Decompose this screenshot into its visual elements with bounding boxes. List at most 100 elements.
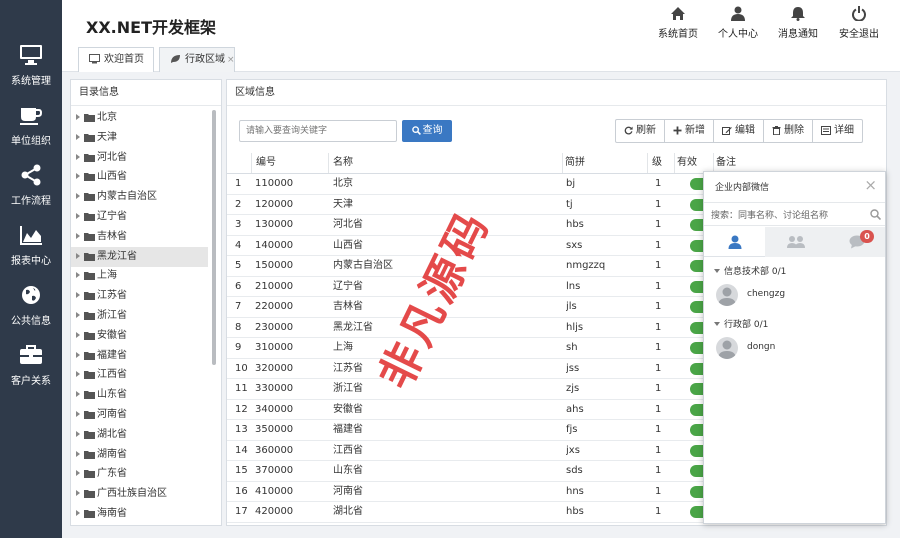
expand-arrow-icon[interactable]: [76, 193, 80, 200]
valid-toggle[interactable]: [690, 424, 704, 436]
expand-arrow-icon[interactable]: [76, 312, 80, 318]
expand-arrow-icon[interactable]: [76, 430, 80, 437]
valid-toggle[interactable]: [690, 301, 704, 313]
column-header[interactable]: 名称: [333, 153, 353, 173]
expand-arrow-icon[interactable]: [76, 252, 80, 259]
sidebar-item-reports[interactable]: 报表中心: [0, 224, 62, 280]
search-input[interactable]: [239, 120, 397, 142]
tree-item[interactable]: 广东省: [71, 464, 208, 484]
row-number: 3: [235, 219, 242, 230]
valid-toggle[interactable]: [690, 506, 704, 518]
logout-button[interactable]: 安全退出: [831, 6, 887, 40]
column-header[interactable]: 编号: [256, 153, 276, 173]
sidebar-item-system[interactable]: 系统管理: [0, 44, 62, 100]
delete-button[interactable]: 删除: [764, 120, 813, 142]
valid-toggle[interactable]: [690, 321, 704, 334]
chat-search-input[interactable]: 搜索：同事名称、讨论组名称: [704, 202, 885, 226]
valid-toggle[interactable]: [690, 198, 704, 211]
tree-item[interactable]: 江西省: [71, 365, 208, 385]
region-abbr: hns: [566, 485, 584, 497]
expand-arrow-icon[interactable]: [76, 411, 80, 417]
search-button[interactable]: 查询: [402, 120, 452, 142]
tree-item[interactable]: 江苏省: [71, 286, 208, 306]
tree-item[interactable]: 浙江省: [71, 306, 208, 326]
tree-item[interactable]: 安徽省: [71, 326, 208, 346]
home-button[interactable]: 系统首页: [650, 6, 706, 40]
tree-item[interactable]: 吉林省: [71, 227, 208, 247]
tab-messages[interactable]: [826, 227, 885, 257]
edit-button[interactable]: 编辑: [714, 120, 764, 142]
expand-arrow-icon[interactable]: [76, 510, 80, 516]
expand-arrow-icon[interactable]: [76, 470, 80, 477]
valid-toggle[interactable]: [690, 362, 704, 375]
region-name: 山东省: [333, 465, 363, 476]
tab-contacts[interactable]: [704, 227, 765, 257]
add-button[interactable]: 新增: [665, 120, 714, 142]
tree-item[interactable]: 天津: [71, 128, 208, 148]
expand-arrow-icon[interactable]: [76, 232, 80, 239]
tree-item[interactable]: 山西省: [71, 167, 208, 187]
tree-item[interactable]: 北京: [71, 108, 208, 128]
sidebar-item-workflow[interactable]: 工作流程: [0, 164, 62, 220]
valid-toggle[interactable]: [690, 178, 704, 190]
tree-item[interactable]: 福建省: [71, 346, 208, 366]
column-header[interactable]: 简拼: [565, 153, 585, 173]
valid-toggle[interactable]: [690, 383, 704, 395]
tree-item[interactable]: 海南省: [71, 504, 208, 524]
expand-arrow-icon[interactable]: [76, 213, 80, 219]
sidebar-item-organization[interactable]: 单位组织: [0, 104, 62, 160]
tree-item[interactable]: 黑龙江省: [71, 246, 208, 267]
valid-toggle[interactable]: [690, 403, 704, 416]
expand-arrow-icon[interactable]: [76, 391, 80, 398]
expand-arrow-icon[interactable]: [76, 114, 80, 120]
group-it-dept[interactable]: 信息技术部 0/1: [714, 264, 786, 277]
expand-arrow-icon[interactable]: [76, 331, 80, 338]
expand-arrow-icon[interactable]: [76, 490, 80, 497]
sidebar-item-crm[interactable]: 客户关系: [0, 344, 62, 400]
tree-item[interactable]: 内蒙古自治区: [71, 187, 208, 207]
sidebar-item-label: 单位组织: [11, 136, 51, 147]
tree-item-label: 湖北省: [97, 428, 127, 440]
region-abbr: ahs: [566, 403, 584, 415]
valid-toggle[interactable]: [690, 219, 704, 231]
expand-arrow-icon[interactable]: [76, 450, 80, 457]
tree-item[interactable]: 上海: [71, 266, 208, 286]
tree-scrollbar[interactable]: [212, 110, 216, 365]
tree-item[interactable]: 广西壮族自治区: [71, 484, 208, 504]
column-header[interactable]: 有效: [677, 153, 697, 173]
expand-arrow-icon[interactable]: [76, 173, 80, 180]
expand-arrow-icon[interactable]: [76, 371, 80, 378]
column-header[interactable]: 备注: [716, 153, 736, 173]
detail-button[interactable]: 详细: [813, 120, 862, 142]
sidebar-item-public-info[interactable]: 公共信息: [0, 284, 62, 340]
expand-arrow-icon[interactable]: [76, 292, 80, 299]
chat-close-icon[interactable]: ×: [864, 176, 877, 194]
tab-groups[interactable]: [765, 227, 826, 257]
refresh-button[interactable]: 刷新: [616, 120, 665, 142]
region-code: 320000: [255, 362, 294, 374]
tree-item[interactable]: 湖南省: [71, 445, 208, 465]
column-header[interactable]: 级: [652, 153, 662, 173]
tree-item[interactable]: 山东省: [71, 385, 208, 405]
valid-toggle[interactable]: [690, 280, 704, 293]
tab-welcome[interactable]: 欢迎首页: [78, 47, 154, 72]
notifications-button[interactable]: 消息通知: [770, 6, 826, 40]
valid-toggle[interactable]: [690, 465, 704, 477]
valid-toggle[interactable]: [690, 239, 704, 252]
expand-arrow-icon[interactable]: [76, 153, 80, 160]
tree-item[interactable]: 湖北省: [71, 425, 208, 445]
tab-admin-region[interactable]: 行政区域 ×: [159, 47, 235, 72]
valid-toggle[interactable]: [690, 444, 704, 457]
expand-arrow-icon[interactable]: [76, 272, 80, 279]
tree-item[interactable]: 河南省: [71, 405, 208, 425]
valid-toggle[interactable]: [690, 342, 704, 354]
group-admin-dept[interactable]: 行政部 0/1: [714, 317, 768, 330]
expand-arrow-icon[interactable]: [76, 133, 80, 140]
valid-toggle[interactable]: [690, 485, 704, 498]
tree-item[interactable]: 辽宁省: [71, 207, 208, 227]
personal-center-button[interactable]: 个人中心: [710, 6, 766, 40]
tab-close-icon[interactable]: ×: [227, 55, 235, 65]
tree-item[interactable]: 河北省: [71, 148, 208, 168]
valid-toggle[interactable]: [690, 260, 704, 272]
expand-arrow-icon[interactable]: [76, 351, 80, 358]
